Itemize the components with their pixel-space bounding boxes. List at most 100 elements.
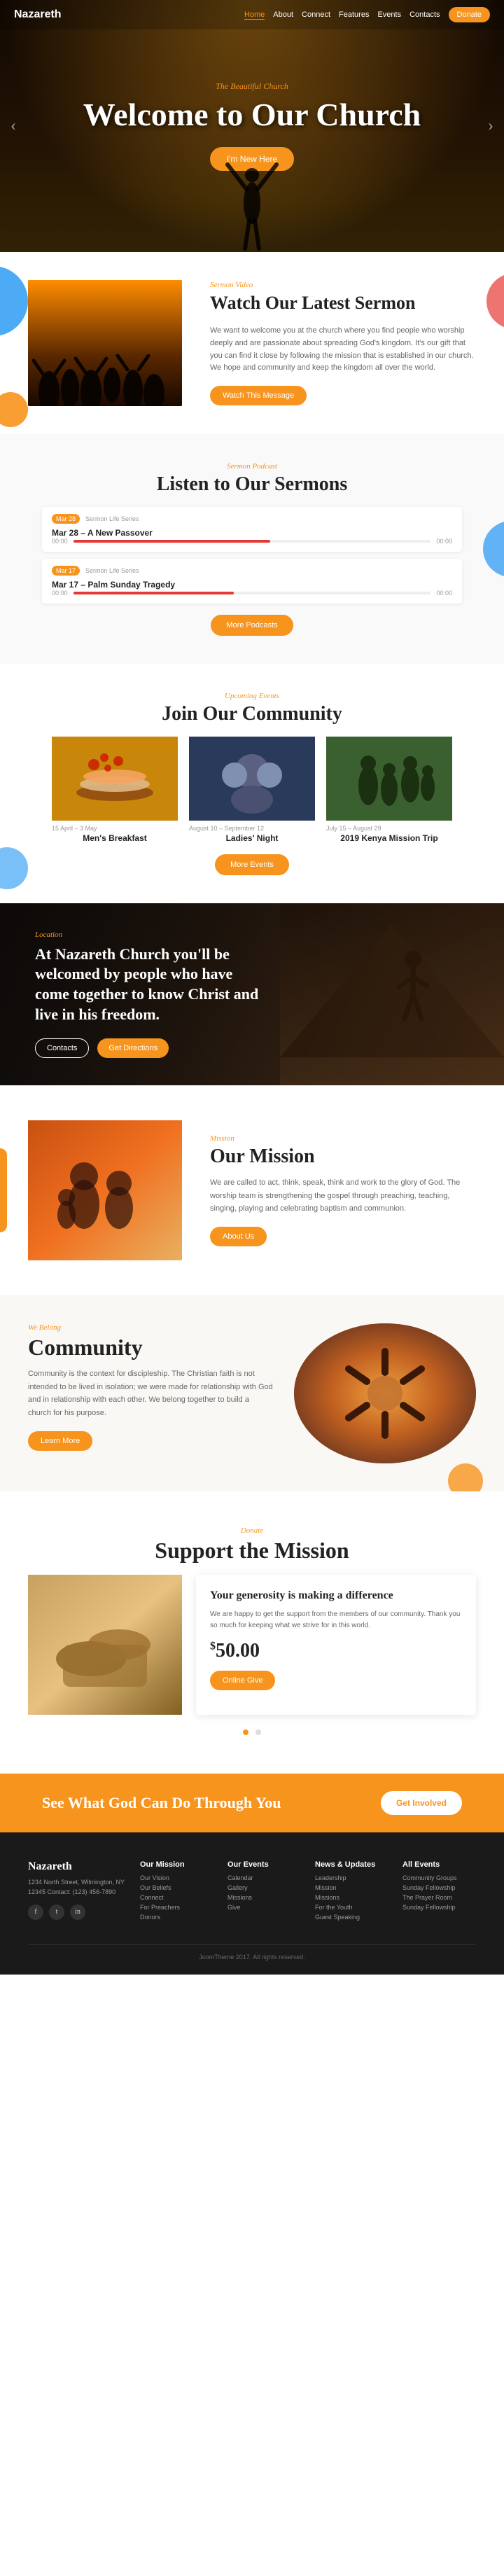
location-title: At Nazareth Church you'll be welcomed by… <box>35 945 259 1024</box>
footer-link-donors[interactable]: Donors <box>140 1914 214 1921</box>
mission-content: Mission Our Mission We are called to act… <box>210 1134 476 1246</box>
nav-link-connect[interactable]: Connect <box>302 11 330 19</box>
footer-address: 1234 North Street, Wilmington, NY 12345 … <box>28 1877 126 1898</box>
contacts-button[interactable]: Contacts <box>35 1038 89 1058</box>
get-involved-button[interactable]: Get Involved <box>381 1791 462 1815</box>
watch-sermon-button[interactable]: Watch This Message <box>210 386 307 405</box>
social-facebook[interactable]: f <box>28 1905 43 1920</box>
sermon-2-title: Mar 17 – Palm Sunday Tragedy <box>52 580 452 590</box>
community-events-title: Join Our Community <box>28 703 476 725</box>
dot-1[interactable] <box>243 1729 248 1735</box>
community-text: We Belong Community Community is the con… <box>28 1323 273 1463</box>
deco-blue-right <box>483 521 504 577</box>
currency-symbol: $ <box>210 1640 216 1652</box>
hero-next-arrow[interactable]: › <box>488 117 493 136</box>
event-1-name: Men's Breakfast <box>52 833 178 843</box>
location-banner: Location At Nazareth Church you'll be we… <box>0 903 504 1085</box>
social-twitter[interactable]: t <box>49 1905 64 1920</box>
footer-copyright: JoomTheme 2017. All rights reserved. <box>199 1954 305 1961</box>
sermon-video-thumbnail <box>28 280 182 406</box>
footer-brand: Nazareth 1234 North Street, Wilmington, … <box>28 1860 126 1923</box>
footer-link-guest[interactable]: Guest Speaking <box>315 1914 388 1921</box>
hero-prev-arrow[interactable]: ‹ <box>10 117 16 136</box>
sermon-1-time-start: 00:00 <box>52 538 68 545</box>
nav-links: Home About Connect Features Events Conta… <box>244 7 490 22</box>
footer-link-preachers[interactable]: For Preachers <box>140 1904 214 1911</box>
nav-link-about[interactable]: About <box>273 11 293 19</box>
footer: Nazareth 1234 North Street, Wilmington, … <box>0 1832 504 1975</box>
footer-link-vision[interactable]: Our Vision <box>140 1874 214 1881</box>
footer-link-gallery[interactable]: Gallery <box>227 1884 301 1891</box>
mission-image <box>28 1120 182 1260</box>
footer-link-mission[interactable]: Mission <box>315 1884 388 1891</box>
sermons-title: Listen to Our Sermons <box>42 473 462 496</box>
dot-2[interactable] <box>255 1729 261 1735</box>
footer-link-give[interactable]: Give <box>227 1904 301 1911</box>
footer-link-beliefs[interactable]: Our Beliefs <box>140 1884 214 1891</box>
footer-link-sunday-fellowship[interactable]: Sunday Fellowship <box>402 1884 476 1891</box>
directions-button[interactable]: Get Directions <box>97 1038 169 1058</box>
footer-link-calendar[interactable]: Calendar <box>227 1874 301 1881</box>
deco-red-right <box>486 273 504 329</box>
give-button[interactable]: Online Give <box>210 1671 275 1690</box>
more-events-button[interactable]: More Events <box>215 854 289 875</box>
deco-orange-stripe <box>0 1148 7 1232</box>
location-label: Location <box>35 931 259 939</box>
footer-col-all-events: All Events Community Groups Sunday Fello… <box>402 1860 476 1923</box>
event-3-name: 2019 Kenya Mission Trip <box>326 833 452 843</box>
nav-link-events[interactable]: Events <box>377 11 401 19</box>
about-us-button[interactable]: About Us <box>210 1227 267 1246</box>
sermon-1-progress-bar[interactable] <box>74 540 431 543</box>
sermon-2-series: Sermon Life Series <box>85 567 139 574</box>
event-2-name: Ladies' Night <box>189 833 315 843</box>
sermon-2-time-end: 00:00 <box>436 590 452 597</box>
footer-link-sunday-fellowship2[interactable]: Sunday Fellowship <box>402 1904 476 1911</box>
location-background-image <box>280 903 504 1085</box>
footer-col-events: Our Events Calendar Gallery Missions Giv… <box>227 1860 301 1923</box>
sermon-2-date: Mar 17 <box>52 566 80 576</box>
footer-link-missions[interactable]: Missions <box>227 1894 301 1901</box>
sermon-1-time-end: 00:00 <box>436 538 452 545</box>
deco-blue-circle-bottom <box>0 847 28 889</box>
footer-link-prayer-room[interactable]: The Prayer Room <box>402 1894 476 1901</box>
deco-blue-left <box>0 266 28 336</box>
cta-banner: See What God Can Do Through You Get Invo… <box>0 1774 504 1832</box>
footer-link-youth[interactable]: For the Youth <box>315 1904 388 1911</box>
carousel-dots <box>28 1726 476 1739</box>
nav-link-features[interactable]: Features <box>339 11 369 19</box>
event-card-3: July 15 – August 29 2019 Kenya Mission T… <box>326 737 452 843</box>
community-image <box>294 1323 476 1463</box>
sermons-label: Sermon Podcast <box>42 462 462 471</box>
footer-link-community-groups[interactable]: Community Groups <box>402 1874 476 1881</box>
nav-link-contacts[interactable]: Contacts <box>410 11 440 19</box>
event-1-image <box>52 737 178 821</box>
support-content: Your generosity is making a difference W… <box>28 1575 476 1715</box>
watch-sermon-title: Watch Our Latest Sermon <box>210 292 476 314</box>
sermon-1-title: Mar 28 – A New Passover <box>52 528 452 538</box>
support-label: Donate <box>28 1526 476 1535</box>
footer-link-connect[interactable]: Connect <box>140 1894 214 1901</box>
deco-yellow-circle <box>0 392 28 427</box>
footer-link-leadership[interactable]: Leadership <box>315 1874 388 1881</box>
footer-col-news: News & Updates Leadership Mission Missio… <box>315 1860 388 1923</box>
event-2-date: August 10 – September 12 <box>189 825 315 832</box>
learn-more-button[interactable]: Learn More <box>28 1431 92 1451</box>
mission-description: We are called to act, think, speak, thin… <box>210 1176 476 1216</box>
community-label: We Belong <box>28 1323 273 1332</box>
more-podcasts-button[interactable]: More Podcasts <box>211 615 293 636</box>
location-buttons: Contacts Get Directions <box>35 1038 259 1058</box>
support-section: Donate Support the Mission Your ge <box>0 1491 504 1774</box>
sermon-2-progress-bar[interactable] <box>74 592 431 594</box>
nav-donate-button[interactable]: Donate <box>449 7 490 22</box>
donation-box: Your generosity is making a difference W… <box>196 1575 476 1715</box>
event-1-date: 15 April – 3 May <box>52 825 178 832</box>
community-events-label: Upcoming Events <box>28 692 476 700</box>
footer-link-missions2[interactable]: Missions <box>315 1894 388 1901</box>
events-grid: 15 April – 3 May Men's Breakfast August … <box>28 737 476 843</box>
community-info-section: We Belong Community Community is the con… <box>0 1295 504 1491</box>
navbar: Nazareth Home About Connect Features Eve… <box>0 0 504 29</box>
nav-link-home[interactable]: Home <box>244 11 265 20</box>
community-description: Community is the context for discipleshi… <box>28 1367 273 1420</box>
social-linkedin[interactable]: in <box>70 1905 85 1920</box>
event-3-date: July 15 – August 29 <box>326 825 452 832</box>
